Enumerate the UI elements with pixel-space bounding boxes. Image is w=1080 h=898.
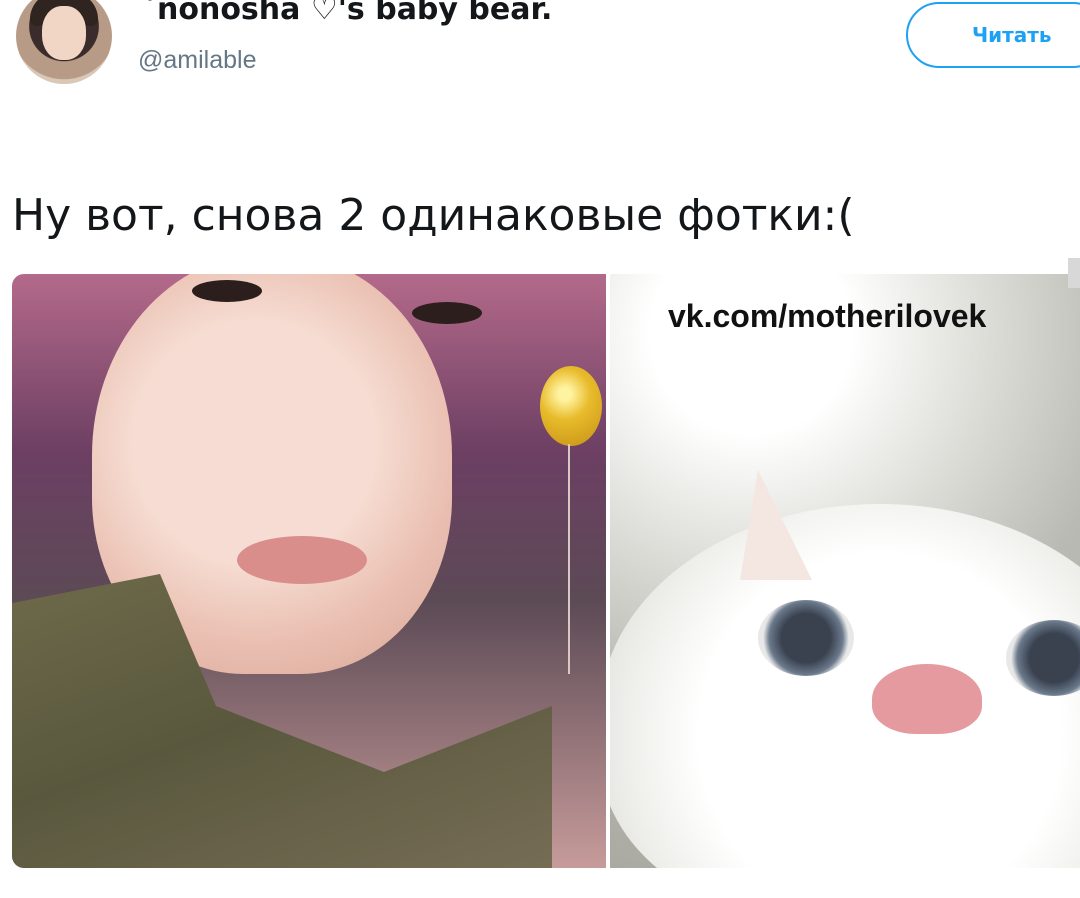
follow-button[interactable]: Читать [906,2,1080,68]
scroll-edge [1068,258,1080,288]
author-handle[interactable]: @amilable [138,46,256,75]
person-eye-left [192,280,262,302]
cat-head [610,504,1080,868]
tweet-media[interactable] [12,274,1080,868]
person-eye-right [412,302,482,324]
photo-cat[interactable] [610,274,1080,868]
photo-person[interactable] [12,274,606,868]
author-avatar[interactable] [16,0,112,84]
author-display-name[interactable]: `nonosha ♡'s baby bear. [142,0,552,27]
tweet-text: Ну вот, снова 2 одинаковые фотки:( [12,190,855,241]
balloon-string [568,444,570,674]
cat-nose [872,664,982,734]
cat-eye-left [758,600,854,676]
person-lips [237,536,367,584]
balloon-graphic [540,366,602,446]
avatar-face [42,6,86,60]
photo-watermark: vk.com/motherilovek [668,298,987,334]
